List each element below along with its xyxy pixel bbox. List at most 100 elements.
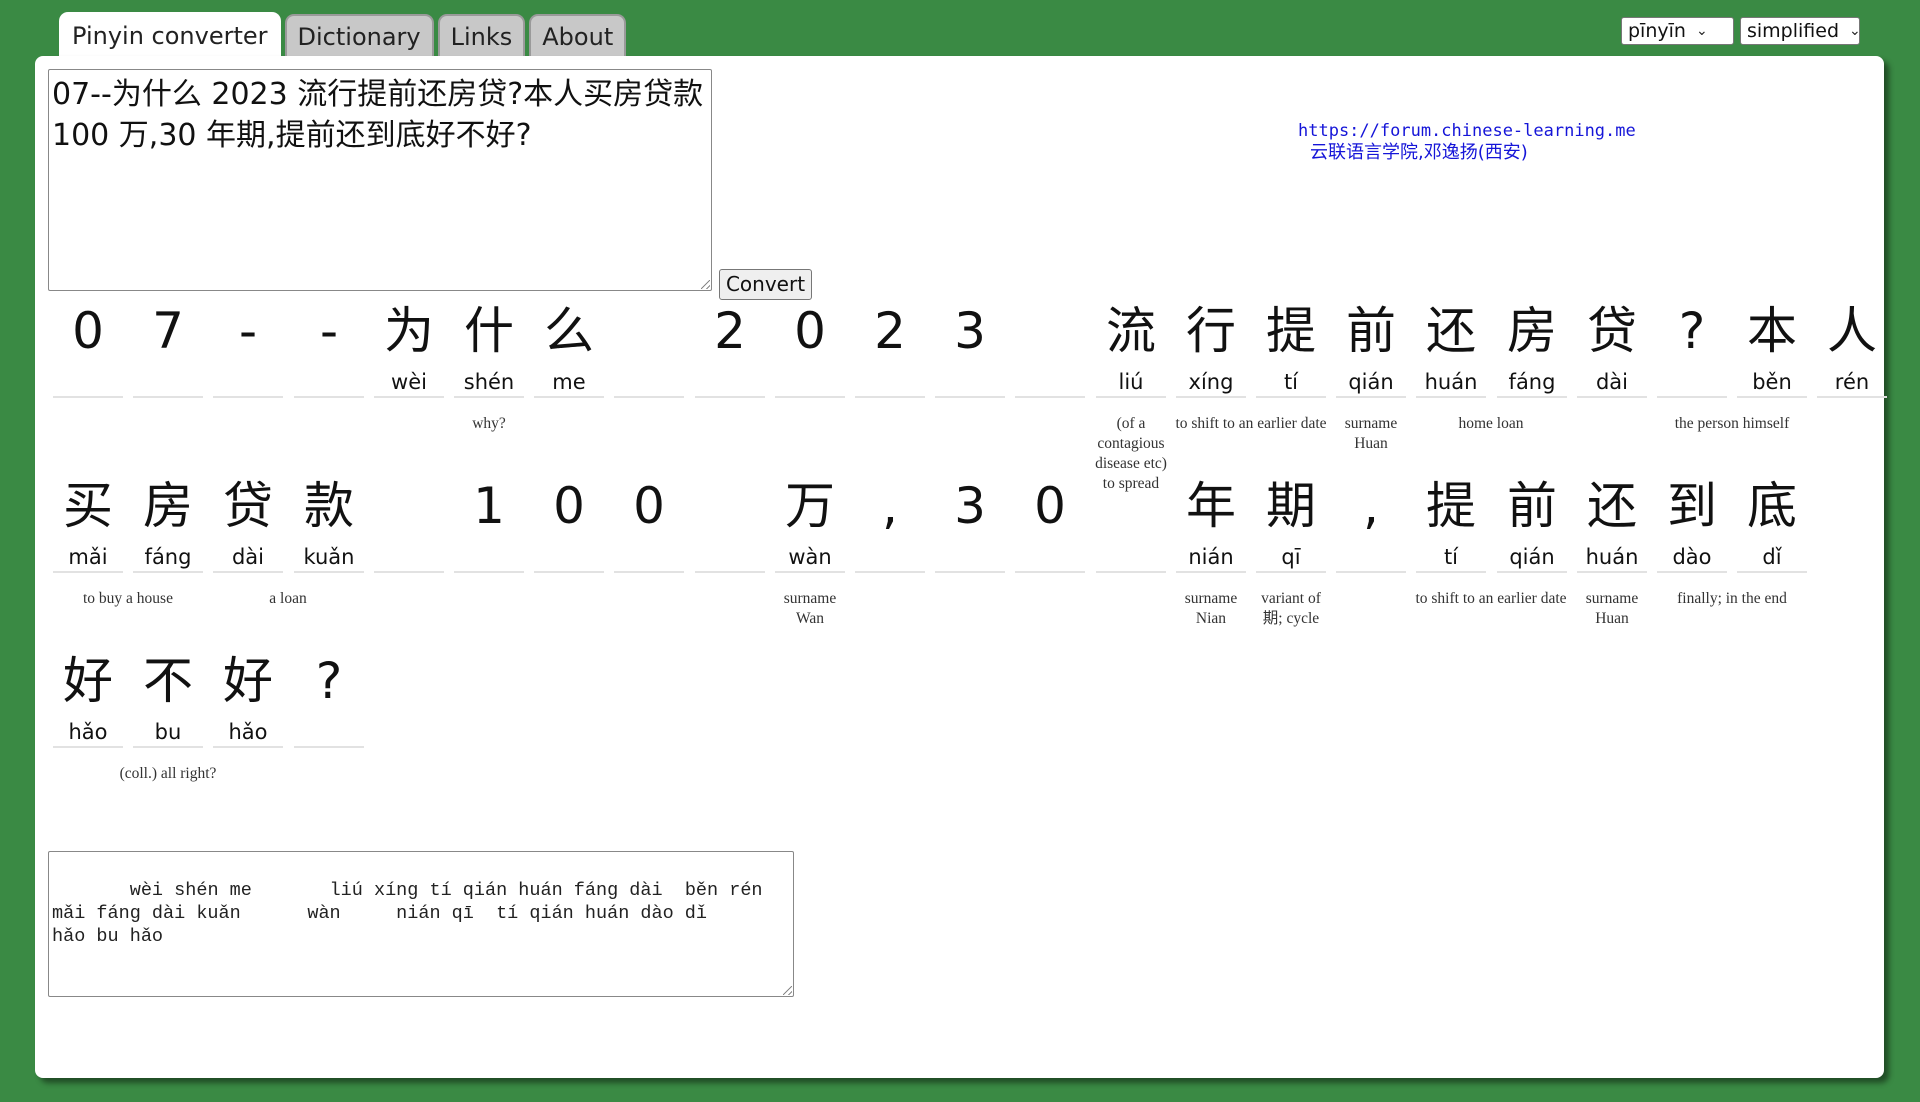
tab-pinyin-converter[interactable]: Pinyin converter bbox=[59, 12, 281, 58]
script-select[interactable]: simplified ⌄ bbox=[1740, 17, 1861, 45]
hanzi: 贷 bbox=[1587, 302, 1637, 360]
cell-underline bbox=[1737, 571, 1807, 573]
hanzi: 万 bbox=[785, 477, 835, 535]
cell-underline bbox=[775, 571, 845, 573]
hanzi: 买 bbox=[63, 477, 113, 535]
hanzi: 本 bbox=[1747, 302, 1797, 360]
tab-bar: Pinyin converter Dictionary Links About bbox=[59, 12, 627, 58]
cell-underline bbox=[1176, 396, 1246, 398]
cell-underline bbox=[213, 571, 283, 573]
cell-underline bbox=[294, 396, 364, 398]
pinyin: rén bbox=[1834, 370, 1870, 394]
cell-underline bbox=[1497, 571, 1567, 573]
cell-underline bbox=[1657, 396, 1727, 398]
definition: (coll.) all right? bbox=[119, 765, 217, 782]
hanzi: 人 bbox=[1827, 302, 1877, 360]
pinyin: nián bbox=[1188, 545, 1234, 569]
pinyin: hǎo bbox=[68, 720, 108, 744]
hanzi: 行 bbox=[1186, 302, 1236, 360]
romanization-select[interactable]: pīnyīn ⌄ bbox=[1621, 17, 1734, 45]
hanzi: 1 bbox=[473, 477, 505, 535]
pinyin: běn bbox=[1752, 370, 1792, 394]
pinyin: huán bbox=[1585, 545, 1639, 569]
cell-underline bbox=[1256, 571, 1326, 573]
pinyin-output-text: wèi shén me liú xíng tí qián huán fáng d… bbox=[52, 880, 763, 947]
pinyin: dài bbox=[1595, 370, 1629, 394]
cell-underline bbox=[534, 571, 604, 573]
cell-underline bbox=[294, 746, 364, 748]
hanzi: 么 bbox=[544, 302, 594, 360]
cell-underline bbox=[855, 571, 925, 573]
pinyin: shén bbox=[463, 370, 515, 394]
definition: why? bbox=[472, 415, 506, 432]
chinese-input-textarea[interactable]: 07--为什么 2023 流行提前还房贷?本人买房贷款 100 万,30 年期,… bbox=[48, 69, 712, 291]
pinyin: bu bbox=[154, 720, 182, 744]
definition: surname Nian bbox=[1184, 590, 1238, 627]
tab-dictionary[interactable]: Dictionary bbox=[284, 14, 434, 56]
hanzi: 0 bbox=[72, 302, 104, 360]
tab-about[interactable]: About bbox=[529, 14, 627, 56]
pinyin: fáng bbox=[1508, 370, 1556, 394]
definition: surname Huan bbox=[1344, 415, 1398, 452]
pinyin: fáng bbox=[144, 545, 192, 569]
hanzi: 流 bbox=[1106, 302, 1156, 360]
pinyin: hǎo bbox=[228, 720, 268, 744]
cell-underline bbox=[1497, 396, 1567, 398]
pinyin: qī bbox=[1281, 545, 1301, 569]
pinyin: dào bbox=[1672, 545, 1712, 569]
hanzi: 期 bbox=[1266, 477, 1316, 535]
hanzi: 0 bbox=[633, 477, 665, 535]
hanzi: 好 bbox=[223, 652, 273, 710]
cell-underline bbox=[374, 571, 444, 573]
hanzi: , bbox=[882, 477, 898, 535]
definition: the person himself bbox=[1674, 415, 1790, 432]
cell-underline bbox=[213, 396, 283, 398]
resize-handle-icon[interactable] bbox=[701, 280, 710, 289]
cell-underline bbox=[454, 396, 524, 398]
pinyin: dǐ bbox=[1762, 545, 1782, 569]
cell-underline bbox=[1096, 396, 1166, 398]
pinyin: wàn bbox=[788, 545, 832, 569]
definition: surname Wan bbox=[783, 590, 837, 627]
cell-underline bbox=[1015, 571, 1085, 573]
hanzi: 2 bbox=[874, 302, 906, 360]
cell-underline bbox=[1657, 571, 1727, 573]
resize-handle-icon[interactable] bbox=[783, 986, 792, 995]
hanzi: - bbox=[238, 302, 258, 360]
cell-underline bbox=[935, 396, 1005, 398]
definition: to buy a house bbox=[83, 590, 173, 607]
hanzi: , bbox=[1363, 477, 1379, 535]
definition: to shift to an earlier date bbox=[1175, 415, 1327, 432]
cell-underline bbox=[294, 571, 364, 573]
pinyin-output-textarea[interactable]: wèi shén me liú xíng tí qián huán fáng d… bbox=[48, 851, 794, 997]
hanzi: 0 bbox=[553, 477, 585, 535]
pinyin: qián bbox=[1509, 545, 1555, 569]
hanzi: 提 bbox=[1266, 302, 1316, 360]
cell-underline bbox=[1015, 396, 1085, 398]
definition: (of a contagious disease etc) to spread bbox=[1095, 415, 1167, 492]
cell-underline bbox=[1176, 571, 1246, 573]
hanzi: 0 bbox=[1034, 477, 1066, 535]
cell-underline bbox=[614, 571, 684, 573]
chevron-down-icon: ⌄ bbox=[1849, 23, 1861, 39]
hanzi: 好 bbox=[63, 652, 113, 710]
hanzi: 2 bbox=[714, 302, 746, 360]
cell-underline bbox=[454, 571, 524, 573]
chinese-input-text: 07--为什么 2023 流行提前还房贷?本人买房贷款 100 万,30 年期,… bbox=[52, 77, 704, 153]
pinyin: tí bbox=[1443, 545, 1459, 569]
cell-underline bbox=[1096, 571, 1166, 573]
cell-underline bbox=[935, 571, 1005, 573]
hanzi: 年 bbox=[1186, 477, 1236, 535]
tab-links[interactable]: Links bbox=[437, 14, 526, 56]
hanzi: 房 bbox=[1507, 302, 1557, 360]
pinyin: dài bbox=[231, 545, 265, 569]
hanzi: - bbox=[319, 302, 339, 360]
definition: surname Huan bbox=[1585, 590, 1639, 627]
cell-underline bbox=[1336, 396, 1406, 398]
cell-underline bbox=[1817, 396, 1887, 398]
cell-underline bbox=[1416, 571, 1486, 573]
cell-underline bbox=[1577, 396, 1647, 398]
forum-link[interactable]: https://forum.chinese-learning.me bbox=[1298, 121, 1636, 141]
definition: finally; in the end bbox=[1677, 590, 1787, 607]
cell-underline bbox=[374, 396, 444, 398]
